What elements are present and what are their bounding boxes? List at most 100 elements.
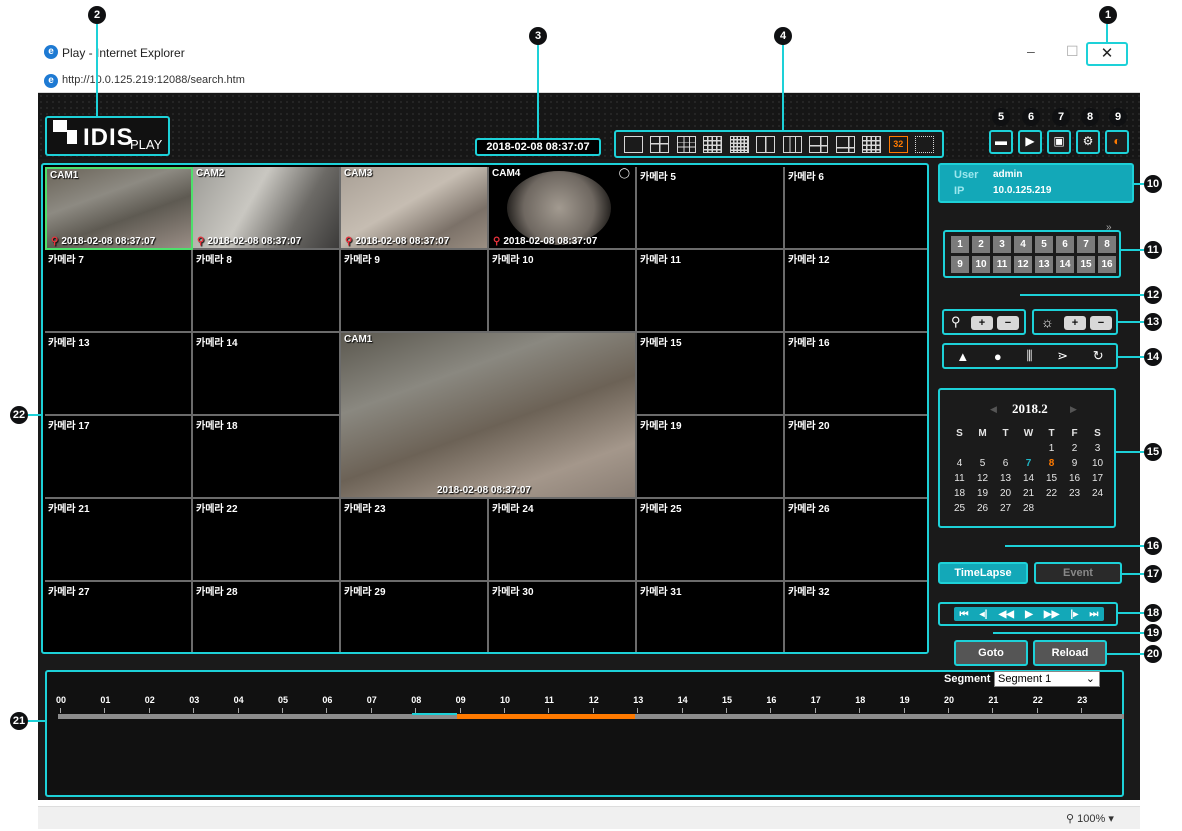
logout-button[interactable]: ◐	[1105, 130, 1129, 154]
fullscreen-button[interactable]	[915, 135, 935, 153]
layout-9-button[interactable]	[676, 135, 696, 153]
camera-tile-9[interactable]: 카메라 9	[341, 250, 489, 333]
calendar-day[interactable]: 25	[948, 501, 971, 516]
camera-tile-31[interactable]: 카메라 31	[637, 582, 785, 652]
calendar-day[interactable]: 7	[1017, 456, 1040, 471]
camera-tile-10[interactable]: 카메라 10	[489, 250, 637, 333]
camera-number-button[interactable]: 14	[1056, 256, 1074, 273]
camera-number-button[interactable]: 9	[951, 256, 969, 273]
calendar-day[interactable]: 1	[1040, 441, 1063, 456]
camera-tile-27[interactable]: 카메라 27	[45, 582, 193, 652]
calendar-day[interactable]: 17	[1086, 471, 1109, 486]
layout-13-button[interactable]	[862, 135, 882, 153]
camera-tile-11[interactable]: 카메라 11	[637, 250, 785, 333]
calendar-day[interactable]: 2	[1063, 441, 1086, 456]
calendar-day[interactable]: 18	[948, 486, 971, 501]
camera-tile-20[interactable]: 카메라 20	[785, 416, 927, 499]
camera-tile-5[interactable]: 카메라 5	[637, 167, 785, 250]
camera-tile-16[interactable]: 카메라 16	[785, 333, 927, 416]
url-text[interactable]: http://10.0.125.219:12088/search.htm	[62, 74, 245, 86]
camera-number-button[interactable]: 6	[1056, 236, 1074, 253]
brightness-down-button[interactable]: −	[1090, 316, 1112, 330]
calendar-day[interactable]: 8	[1040, 456, 1063, 471]
camera-number-button[interactable]: 16	[1098, 256, 1116, 273]
minimize-button[interactable]: –	[1027, 43, 1035, 59]
camera-number-button[interactable]: 2	[972, 236, 990, 253]
calendar-day[interactable]: 5	[971, 456, 994, 471]
camera-number-button[interactable]: 12	[1014, 256, 1032, 273]
rewind-icon[interactable]: ◀◀	[999, 609, 1014, 620]
calendar-day[interactable]: 6	[994, 456, 1017, 471]
camera-tile-24[interactable]: 카메라 24	[489, 499, 637, 582]
layout-6-button[interactable]	[809, 135, 829, 153]
camera-tile-26[interactable]: 카메라 26	[785, 499, 927, 582]
calendar-day[interactable]: 11	[948, 471, 971, 486]
camera-tile-2[interactable]: CAM2 ⚲ 2018-02-08 08:37:07	[193, 167, 341, 250]
calendar-day[interactable]: 19	[971, 486, 994, 501]
calendar-next-button[interactable]: ▶	[1070, 404, 1077, 415]
skip-end-icon[interactable]: ⏭	[1089, 609, 1098, 620]
camera-tile-7[interactable]: 카메라 7	[45, 250, 193, 333]
event-button[interactable]: Event	[1034, 562, 1122, 584]
close-button[interactable]: ✕	[1086, 42, 1128, 66]
layout-32-button[interactable]: 32	[888, 135, 908, 153]
playback-mode-button[interactable]: ▶	[1018, 130, 1042, 154]
reload-button[interactable]: Reload	[1033, 640, 1107, 666]
camera-number-button[interactable]: 3	[993, 236, 1011, 253]
camera-tile-17[interactable]: 카메라 17	[45, 416, 193, 499]
calendar-day[interactable]: 26	[971, 501, 994, 516]
equalizer-icon[interactable]: ⫼	[1026, 348, 1032, 364]
zoom-level[interactable]: ⚲ 100% ▾	[1066, 812, 1114, 825]
camera-tile-8[interactable]: 카메라 8	[193, 250, 341, 333]
calendar-day[interactable]: 15	[1040, 471, 1063, 486]
camera-tile-large[interactable]: CAM1 2018-02-08 08:37:07	[341, 333, 637, 499]
step-forward-icon[interactable]: |▸	[1070, 609, 1078, 620]
calendar-day[interactable]: 22	[1040, 486, 1063, 501]
layout-2-button[interactable]	[756, 135, 776, 153]
interpolation-icon[interactable]: ⋗	[1057, 348, 1068, 364]
calendar-day[interactable]: 12	[971, 471, 994, 486]
camera-tile-19[interactable]: 카메라 19	[637, 416, 785, 499]
camera-number-button[interactable]: 7	[1077, 236, 1095, 253]
camera-tile-3[interactable]: CAM3 ⚲ 2018-02-08 08:37:07	[341, 167, 489, 250]
snapshot-button[interactable]: ▣	[1047, 130, 1071, 154]
camera-tile-1[interactable]: CAM1 ⚲ 2018-02-08 08:37:07	[45, 167, 193, 250]
brightness-up-button[interactable]: +	[1064, 316, 1086, 330]
reset-icon[interactable]: ↻	[1093, 348, 1104, 364]
calendar-day[interactable]: 3	[1086, 441, 1109, 456]
zoom-in-button[interactable]: +	[971, 316, 993, 330]
maximize-button[interactable]: ☐	[1066, 43, 1079, 60]
camera-tile-12[interactable]: 카메라 12	[785, 250, 927, 333]
camera-tile-4[interactable]: CAM4 ◯ ⚲ 2018-02-08 08:37:07	[489, 167, 637, 250]
calendar-day[interactable]: 27	[994, 501, 1017, 516]
export-button[interactable]: ▬	[989, 130, 1013, 154]
camera-tile-23[interactable]: 카메라 23	[341, 499, 489, 582]
calendar-prev-button[interactable]: ◀	[990, 404, 997, 415]
camera-tile-15[interactable]: 카메라 15	[637, 333, 785, 416]
camera-number-button[interactable]: 4	[1014, 236, 1032, 253]
camera-tile-32[interactable]: 카메라 32	[785, 582, 927, 652]
calendar-day[interactable]: 21	[1017, 486, 1040, 501]
segment-select[interactable]: Segment 1 ⌄	[994, 671, 1100, 687]
camera-number-button[interactable]: 1	[951, 236, 969, 253]
camera-tile-25[interactable]: 카메라 25	[637, 499, 785, 582]
calendar-day[interactable]: 16	[1063, 471, 1086, 486]
calendar-day[interactable]: 10	[1086, 456, 1109, 471]
camera-tile-6[interactable]: 카메라 6	[785, 167, 927, 250]
calendar-day[interactable]: 4	[948, 456, 971, 471]
calendar-day[interactable]: 24	[1086, 486, 1109, 501]
camera-tile-13[interactable]: 카메라 13	[45, 333, 193, 416]
camera-tile-21[interactable]: 카메라 21	[45, 499, 193, 582]
camera-number-button[interactable]: 10	[972, 256, 990, 273]
camera-tile-22[interactable]: 카메라 22	[193, 499, 341, 582]
timelapse-button[interactable]: TimeLapse	[938, 562, 1028, 584]
camera-tile-29[interactable]: 카메라 29	[341, 582, 489, 652]
fast-forward-icon[interactable]: ▶▶	[1044, 609, 1059, 620]
camera-number-button[interactable]: 13	[1035, 256, 1053, 273]
sharpen-icon[interactable]: ▲	[956, 349, 969, 364]
calendar-day[interactable]: 20	[994, 486, 1017, 501]
timeline-track[interactable]	[58, 713, 1124, 719]
settings-button[interactable]: ⚙	[1076, 130, 1100, 154]
calendar-day[interactable]: 13	[994, 471, 1017, 486]
layout-16-button[interactable]	[703, 135, 723, 153]
